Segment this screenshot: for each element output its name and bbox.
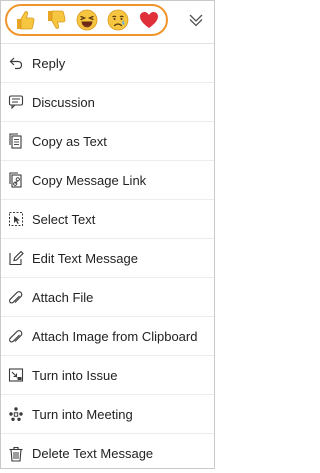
crying-face-icon — [107, 9, 128, 31]
menu-item-turn-into-meeting[interactable]: Turn into Meeting — [1, 395, 214, 434]
menu-item-label: Reply — [32, 55, 66, 71]
reaction-bar — [1, 1, 214, 41]
menu-item-label: Copy as Text — [32, 133, 107, 149]
link-icon — [8, 172, 24, 188]
menu-item-copy-as-text[interactable]: Copy as Text — [1, 122, 214, 161]
menu-item-label: Discussion — [32, 94, 95, 110]
select-text-icon — [8, 211, 24, 227]
paperclip-icon — [8, 328, 24, 344]
reaction-laughing-button[interactable] — [73, 6, 101, 34]
menu-item-copy-message-link[interactable]: Copy Message Link — [1, 161, 214, 200]
discussion-icon — [8, 94, 24, 110]
menu-item-label: Copy Message Link — [32, 172, 147, 188]
reactions-group — [5, 4, 168, 36]
menu-item-label: Edit Text Message — [32, 250, 138, 266]
menu-item-attach-image-from-clipboard[interactable]: Attach Image from Clipboard — [1, 317, 214, 356]
menu-item-reply[interactable]: Reply — [1, 44, 214, 83]
menu-item-discussion[interactable]: Discussion — [1, 83, 214, 122]
reaction-thumbs-up-button[interactable] — [11, 6, 39, 34]
menu-items: Reply Discussion Copy as Text Copy Messa… — [1, 44, 214, 473]
reaction-thumbs-down-button[interactable] — [42, 6, 70, 34]
menu-item-label: Turn into Issue — [32, 367, 118, 383]
menu-item-edit-text-message[interactable]: Edit Text Message — [1, 239, 214, 278]
laughing-face-icon — [76, 9, 97, 31]
menu-item-label: Attach Image from Clipboard — [32, 328, 198, 344]
reaction-crying-button[interactable] — [104, 6, 132, 34]
edit-icon — [8, 250, 24, 266]
menu-item-label: Select Text — [32, 211, 96, 227]
menu-item-label: Delete Text Message — [32, 446, 154, 461]
menu-item-attach-file[interactable]: Attach File — [1, 278, 214, 317]
reply-icon — [8, 55, 24, 71]
reaction-heart-button[interactable] — [135, 6, 163, 34]
menu-item-label: Attach File — [32, 289, 94, 305]
heart-icon — [139, 12, 158, 28]
expand-reactions-button[interactable] — [181, 7, 211, 33]
message-context-menu: Reply Discussion Copy as Text Copy Messa… — [0, 0, 215, 469]
issue-icon — [8, 367, 24, 383]
paperclip-icon — [8, 289, 24, 305]
menu-item-select-text[interactable]: Select Text — [1, 200, 214, 239]
chevrons-down-icon — [189, 14, 203, 27]
thumbs-up-icon — [16, 11, 34, 30]
menu-item-label: Turn into Meeting — [32, 406, 133, 422]
menu-item-turn-into-issue[interactable]: Turn into Issue — [1, 356, 214, 395]
meeting-icon — [8, 406, 24, 422]
trash-icon — [8, 446, 24, 462]
menu-item-delete-text-message[interactable]: Delete Text Message — [1, 434, 214, 473]
copy-icon — [8, 133, 24, 149]
thumbs-down-icon — [47, 10, 65, 29]
